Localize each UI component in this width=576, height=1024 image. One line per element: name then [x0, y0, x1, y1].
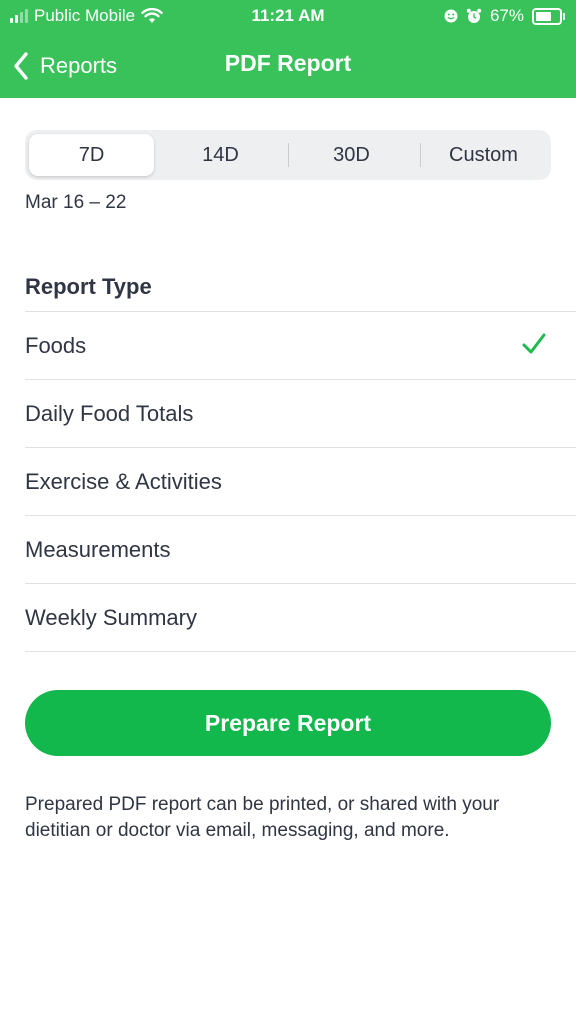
report-type-label: Exercise & Activities: [25, 468, 222, 494]
status-bar: Public Mobile 11:21 AM 67%: [0, 0, 576, 32]
report-type-measurements[interactable]: Measurements: [25, 515, 576, 583]
battery-level-fill: [536, 11, 551, 21]
report-type-exercise-activities[interactable]: Exercise & Activities: [25, 447, 576, 515]
report-type-foods[interactable]: Foods: [25, 311, 576, 379]
segment-custom[interactable]: Custom: [421, 134, 546, 176]
header: Public Mobile 11:21 AM 67% Reports PDF R…: [0, 0, 576, 98]
face-icon: [444, 9, 458, 23]
alarm-icon: [466, 8, 482, 23]
segment-7d[interactable]: 7D: [29, 134, 154, 176]
report-type-label: Measurements: [25, 536, 171, 562]
segment-14d[interactable]: 14D: [158, 134, 283, 176]
report-type-list: Foods Daily Food Totals Exercise & Activ…: [25, 311, 576, 652]
status-right: 67%: [444, 6, 565, 26]
prepare-report-button[interactable]: Prepare Report: [25, 690, 551, 756]
report-type-label: Daily Food Totals: [25, 400, 194, 426]
date-range-label: Mar 16 – 22: [25, 192, 127, 213]
battery-icon: [532, 7, 565, 25]
report-type-weekly-summary[interactable]: Weekly Summary: [25, 583, 576, 652]
segment-30d[interactable]: 30D: [289, 134, 414, 176]
report-type-label: Foods: [25, 332, 87, 358]
report-type-daily-food-totals[interactable]: Daily Food Totals: [25, 379, 576, 447]
report-footnote: Prepared PDF report can be printed, or s…: [25, 794, 500, 841]
checkmark-icon: [522, 333, 546, 354]
page-title: PDF Report: [224, 50, 352, 76]
report-type-label: Weekly Summary: [25, 604, 197, 630]
range-segmented-control: 7D 14D 30D Custom: [25, 130, 551, 180]
report-type-heading: Report Type: [25, 274, 152, 299]
battery-percent: 67%: [489, 6, 524, 25]
